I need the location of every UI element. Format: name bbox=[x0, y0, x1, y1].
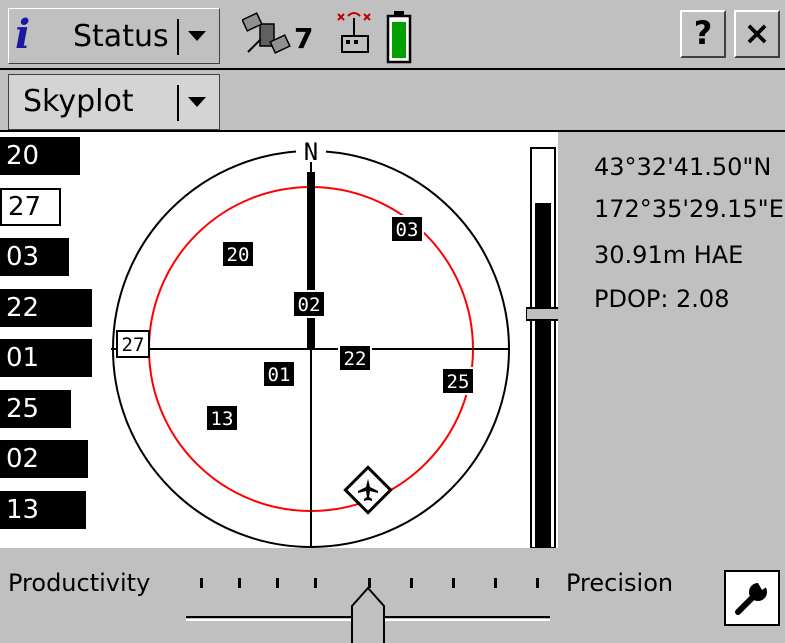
satellite-count: 7 bbox=[294, 22, 314, 55]
chevron-down-icon bbox=[188, 31, 206, 41]
satellite-marker-27: 27 bbox=[116, 330, 150, 358]
elevation-mask-slider[interactable] bbox=[526, 144, 558, 548]
battery-icon[interactable] bbox=[386, 10, 412, 64]
satellite-marker-03: 03 bbox=[390, 215, 424, 243]
satellite-marker-02: 02 bbox=[292, 290, 326, 318]
info-icon: i bbox=[15, 11, 31, 58]
skyplot-panel: 20 27 03 22 01 25 02 13 N 20 03 02 27 22 01 25 13 bbox=[0, 132, 558, 548]
elevation-mask-thumb bbox=[526, 307, 558, 321]
status-menu-dropdown[interactable]: i Status bbox=[8, 8, 220, 64]
svg-text:25: 25 bbox=[447, 371, 470, 393]
status-menu-label: Status bbox=[73, 19, 169, 54]
svg-text:27: 27 bbox=[122, 334, 145, 356]
latitude-text: 43°32'41.50"N bbox=[594, 153, 772, 181]
svg-text:20: 20 bbox=[227, 244, 250, 266]
pdop-text: PDOP: 2.08 bbox=[594, 285, 730, 313]
productivity-precision-slider[interactable] bbox=[184, 586, 554, 643]
title-bar: i Status 7 ? × bbox=[0, 0, 785, 70]
settings-button[interactable] bbox=[724, 570, 780, 626]
svg-text:13: 13 bbox=[211, 408, 234, 430]
satellite-marker-20: 20 bbox=[221, 240, 255, 268]
satellite-marker-13: 13 bbox=[205, 404, 239, 432]
longitude-text: 172°35'29.15"E bbox=[594, 195, 784, 223]
elevation-mask-fill bbox=[535, 203, 551, 548]
svg-text:01: 01 bbox=[268, 364, 291, 386]
chevron-down-icon bbox=[188, 97, 206, 107]
satellite-marker-01: 01 bbox=[262, 360, 296, 388]
dropdown-separator bbox=[177, 19, 179, 55]
svg-text:03: 03 bbox=[396, 219, 419, 241]
close-button[interactable]: × bbox=[734, 10, 780, 58]
view-bar: Skyplot bbox=[0, 70, 785, 132]
satellite-icon[interactable] bbox=[242, 10, 292, 60]
satellite-markers: 20 03 02 27 22 01 25 13 bbox=[116, 215, 475, 432]
slider-thumb bbox=[351, 586, 385, 643]
satellite-marker-22: 22 bbox=[338, 344, 372, 372]
precision-label: Precision bbox=[566, 569, 674, 597]
radio-link-icon[interactable] bbox=[334, 10, 378, 62]
skyplot-chart[interactable]: N 20 03 02 27 22 01 25 13 bbox=[0, 132, 558, 548]
help-button[interactable]: ? bbox=[680, 10, 726, 58]
svg-text:22: 22 bbox=[344, 348, 367, 370]
view-dropdown-label: Skyplot bbox=[23, 84, 134, 119]
satellite-marker-25: 25 bbox=[441, 367, 475, 395]
north-label: N bbox=[304, 138, 318, 166]
productivity-label: Productivity bbox=[8, 569, 151, 597]
wrench-icon bbox=[735, 580, 768, 615]
dropdown-separator bbox=[177, 85, 179, 121]
height-text: 30.91m HAE bbox=[594, 241, 744, 269]
view-dropdown[interactable]: Skyplot bbox=[8, 74, 220, 130]
gnss-status-window: i Status 7 ? × Skyplot 20 27 03 22 01 25… bbox=[0, 0, 785, 643]
svg-text:02: 02 bbox=[298, 294, 321, 316]
